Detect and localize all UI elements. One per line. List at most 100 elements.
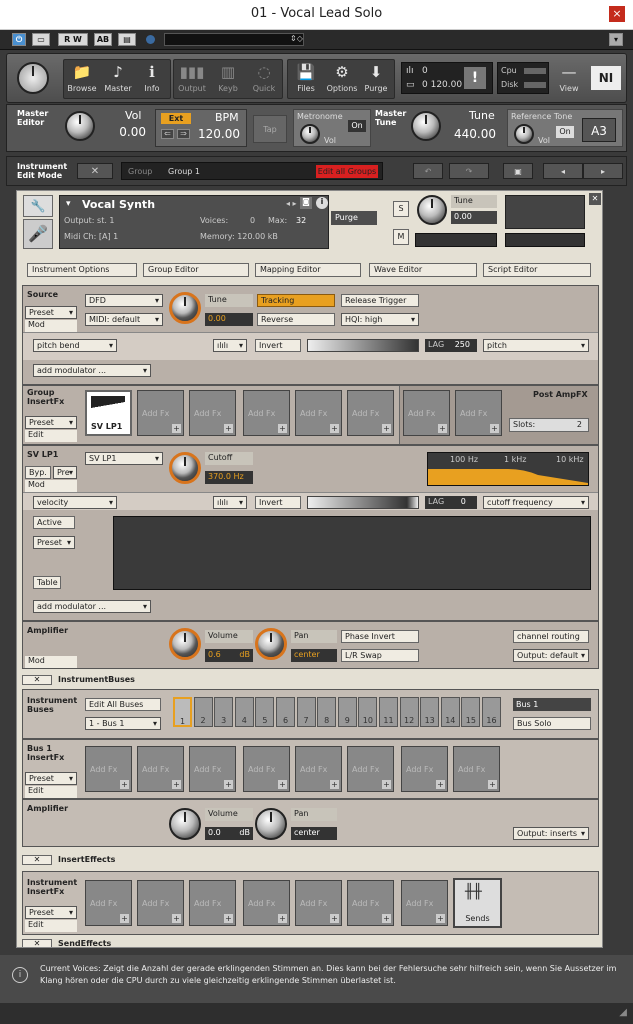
amp-volume-knob[interactable]: [169, 628, 201, 660]
post-fx-slot-1[interactable]: Add Fx +: [403, 390, 450, 436]
redo-icon[interactable]: ↷: [449, 163, 489, 179]
bus-button-6[interactable]: 6: [276, 697, 295, 727]
filter-mod-shape-dropdown[interactable]: ılılı: [213, 496, 247, 509]
mute-button[interactable]: M: [393, 229, 409, 245]
spinner-icon[interactable]: ⇕◇: [290, 34, 303, 43]
info-icon[interactable]: i: [316, 197, 328, 209]
purge-dropdown[interactable]: Purge: [331, 211, 377, 225]
quick-button[interactable]: ◌ Quick: [247, 60, 281, 98]
source-mod-tab[interactable]: Mod: [25, 320, 77, 332]
insert-fx-slot-7[interactable]: Add Fx +: [401, 880, 448, 926]
bus-button-7[interactable]: 7: [296, 697, 316, 727]
multi-selector[interactable]: [164, 33, 304, 46]
bus-fx-preset[interactable]: Preset: [25, 772, 77, 785]
bus-button-15[interactable]: 15: [461, 697, 481, 727]
reference-volume-knob[interactable]: [514, 124, 534, 144]
filter-mod-tab[interactable]: Mod: [25, 480, 77, 492]
tab-instrument-options[interactable]: Instrument Options: [27, 263, 137, 277]
group-fx-slot-5[interactable]: Add Fx +: [295, 390, 342, 436]
collapse-send-button[interactable]: ✕: [22, 939, 52, 947]
keyboard-icon[interactable]: ▤: [118, 33, 136, 46]
bus-output-dropdown[interactable]: Output: inserts: [513, 827, 589, 840]
velocity-source-dropdown[interactable]: velocity: [33, 496, 117, 509]
bus-fx-slot-3[interactable]: Add Fx +: [189, 746, 236, 792]
tab-mapping-editor[interactable]: Mapping Editor: [255, 263, 361, 277]
bus-fx-slot-1[interactable]: Add Fx +: [85, 746, 132, 792]
files-button[interactable]: 💾 Files: [289, 60, 323, 98]
edit-all-buses-button[interactable]: Edit All Buses: [85, 698, 161, 711]
source-mode-dropdown[interactable]: DFD: [85, 294, 163, 307]
edit-all-groups-button[interactable]: Edit all Groups: [316, 165, 378, 178]
view-button[interactable]: — View: [553, 60, 585, 98]
bus-pan-knob[interactable]: [255, 808, 287, 840]
undo-icon[interactable]: ↶: [413, 163, 443, 179]
browse-button[interactable]: 📁 Browse: [65, 60, 99, 98]
reference-note[interactable]: A3: [582, 118, 616, 142]
amp-mod-tab[interactable]: Mod: [25, 656, 77, 668]
envelope-preset[interactable]: Preset: [33, 536, 75, 549]
group-fx-slot-6[interactable]: Add Fx +: [347, 390, 394, 436]
collapse-insert-button[interactable]: ✕: [22, 855, 52, 865]
bus-selector[interactable]: 1 - Bus 1: [85, 717, 161, 730]
table-button[interactable]: Table: [33, 576, 61, 589]
bus-button-1[interactable]: 1: [173, 697, 192, 727]
source-target-dropdown[interactable]: pitch: [483, 339, 589, 352]
filter-target-dropdown[interactable]: cutoff frequency: [483, 496, 589, 509]
group-fx-slot-4[interactable]: Add Fx +: [243, 390, 290, 436]
insert-fx-slot-5[interactable]: Add Fx +: [295, 880, 342, 926]
amp-pan-value[interactable]: center: [291, 649, 337, 662]
filter-add-modulator[interactable]: add modulator ...: [33, 600, 151, 613]
instrument-tune-value[interactable]: 0.00: [451, 211, 497, 224]
bpm-increase-icon[interactable]: ⇒: [177, 129, 190, 139]
source-preset[interactable]: Preset: [25, 306, 77, 319]
insert-fx-edit[interactable]: Edit: [25, 920, 77, 932]
insert-fx-slot-1[interactable]: Add Fx +: [85, 880, 132, 926]
amp-pan-knob[interactable]: [255, 628, 287, 660]
source-tune-value[interactable]: 0.00: [205, 313, 253, 326]
power-icon[interactable]: ⏻: [12, 33, 26, 46]
metronome-volume-knob[interactable]: [300, 124, 320, 144]
minimize-panel-icon[interactable]: ▭: [32, 33, 50, 46]
insert-fx-slot-4[interactable]: Add Fx +: [243, 880, 290, 926]
insert-fx-slot-2[interactable]: Add Fx +: [137, 880, 184, 926]
reference-on-button[interactable]: On: [556, 126, 574, 138]
source-midi-dropdown[interactable]: MIDI: default: [85, 313, 163, 326]
prev-icon[interactable]: ◂: [543, 163, 583, 179]
bypass-button[interactable]: Byp.: [25, 466, 51, 479]
channel-routing-button[interactable]: channel routing: [513, 630, 589, 643]
source-add-modulator[interactable]: add modulator ...: [33, 364, 151, 377]
bus-button-2[interactable]: 2: [193, 697, 213, 727]
dropdown-icon[interactable]: ▾: [609, 33, 623, 46]
bus-solo-button[interactable]: Bus Solo: [513, 717, 591, 730]
bus-button-10[interactable]: 10: [358, 697, 378, 727]
filter-type-dropdown[interactable]: SV LP1: [85, 452, 163, 465]
phase-invert-button[interactable]: Phase Invert: [341, 630, 419, 643]
ext-button[interactable]: Ext: [161, 113, 191, 124]
group-selector[interactable]: Group Group 1 Edit all Groups: [121, 162, 383, 180]
resize-grip-icon[interactable]: ◢: [619, 1007, 627, 1018]
bus-button-8[interactable]: 8: [317, 697, 337, 727]
bus-button-3[interactable]: 3: [214, 697, 234, 727]
reverse-button[interactable]: Reverse: [257, 313, 335, 326]
instrument-nav-icon[interactable]: ◂ ▸: [286, 199, 297, 208]
bus-volume-knob[interactable]: [169, 808, 201, 840]
filter-invert-button[interactable]: Invert: [255, 496, 301, 509]
purge-button[interactable]: ⬇ Purge: [359, 60, 393, 98]
camera-icon[interactable]: ◙: [300, 197, 312, 209]
volume-slider[interactable]: [505, 233, 585, 247]
bus-name-field[interactable]: Bus 1: [513, 698, 591, 711]
options-button[interactable]: ⚙ Options: [325, 60, 359, 98]
close-button[interactable]: ×: [609, 6, 625, 22]
pitchbend-source-dropdown[interactable]: pitch bend: [33, 339, 117, 352]
tab-script-editor[interactable]: Script Editor: [483, 263, 591, 277]
wrench-icon[interactable]: 🔧: [23, 195, 53, 217]
bus-button-16[interactable]: 16: [482, 697, 501, 727]
bus-fx-slot-6[interactable]: Add Fx +: [347, 746, 394, 792]
bus-button-14[interactable]: 14: [440, 697, 460, 727]
master-volume-knob[interactable]: [65, 111, 95, 141]
tracking-button[interactable]: Tracking: [257, 294, 335, 307]
slots-selector[interactable]: Slots: 2: [509, 418, 589, 432]
panel-close-icon[interactable]: ✕: [589, 193, 601, 205]
bus-volume-value[interactable]: 0.0 dB: [205, 827, 253, 840]
source-tune-knob[interactable]: [169, 292, 201, 324]
